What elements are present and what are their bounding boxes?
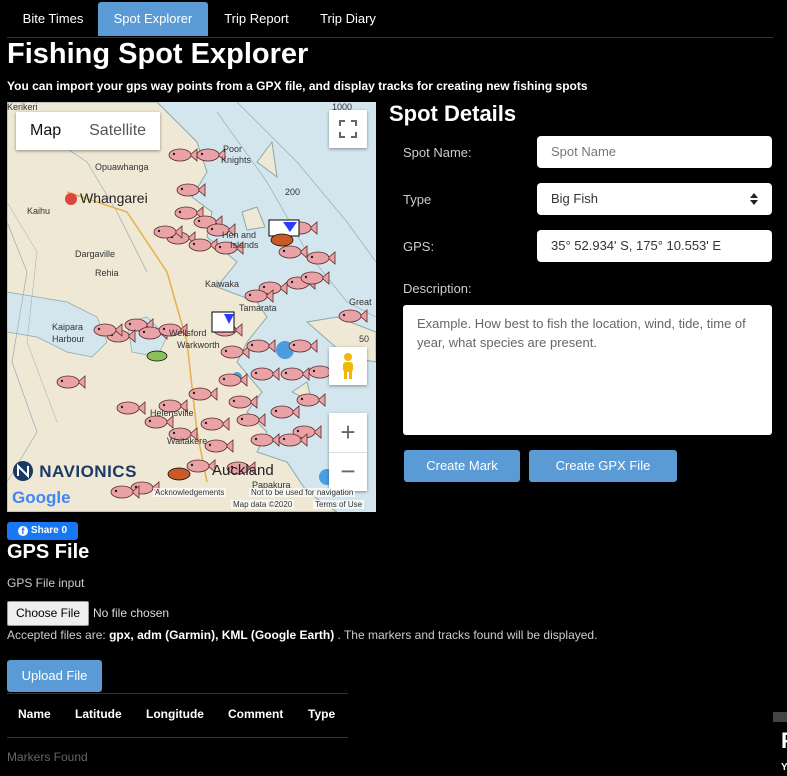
no-file-text: No file chosen — [93, 606, 170, 620]
place-helensville: Helensville — [150, 408, 194, 418]
place-warkworth: Warkworth — [177, 340, 220, 350]
place-kerikeri: Kerikeri — [7, 102, 38, 112]
create-gpx-button[interactable]: Create GPX File — [529, 450, 677, 482]
accepted-types: gpx, adm (Garmin), KML (Google Earth) — [109, 628, 335, 642]
share-label: Share 0 — [30, 525, 68, 536]
navionics-icon — [13, 461, 33, 481]
description-textarea[interactable]: Example. How best to fish the location, … — [403, 305, 772, 435]
place-tamarata: Tamarata — [239, 303, 277, 313]
gps-file-title: GPS File — [7, 541, 90, 563]
map-type-satellite[interactable]: Satellite — [75, 112, 160, 150]
map-not-for-navigation: Not to be used for navigation — [249, 488, 356, 497]
facebook-share-button[interactable]: f Share 0 — [7, 522, 78, 540]
page-subtitle: You can import your gps way points from … — [7, 79, 588, 93]
zoom-out-button[interactable]: − — [329, 452, 367, 492]
markers-found-text: Markers Found — [7, 750, 88, 764]
type-select[interactable]: Big Fish — [537, 183, 772, 215]
select-arrows-icon — [750, 193, 758, 205]
place-auckland: Auckland — [212, 462, 274, 479]
place-kaiwaka: Kaiwaka — [205, 279, 240, 289]
pegman-icon — [343, 353, 353, 379]
place-islands: Islands — [230, 240, 259, 250]
spot-name-input[interactable]: Spot Name — [537, 136, 772, 168]
page-title: Fishing Spot Explorer — [7, 38, 309, 70]
tab-trip-report[interactable]: Trip Report — [214, 2, 299, 36]
fullscreen-button[interactable] — [329, 110, 367, 148]
nav-tabs: Bite Times Spot Explorer Trip Report Tri… — [7, 0, 773, 38]
col-comment: Comment — [228, 707, 284, 721]
place-poor: Poor — [223, 144, 243, 154]
place-great: Great — [349, 297, 372, 307]
accepted-suffix: . The markers and tracks found will be d… — [334, 628, 598, 642]
place-knights: Knights — [221, 155, 252, 165]
place-kaihu: Kaihu — [27, 206, 51, 216]
edge-fragment — [773, 712, 787, 722]
accepted-files-text: Accepted files are: gpx, adm (Garmin), K… — [7, 628, 597, 642]
edge-text-large: F — [781, 728, 787, 754]
place-rehia: Rehia — [95, 268, 119, 278]
col-type: Type — [308, 707, 336, 721]
map-view[interactable]: Whangarei Auckland Dargaville Rehia Kaip… — [7, 102, 376, 512]
place-whangarei: Whangarei — [80, 190, 148, 206]
gps-label: GPS: — [403, 239, 435, 254]
zoom-in-button[interactable]: + — [329, 413, 367, 452]
spot-details-title: Spot Details — [389, 101, 517, 126]
place-waitakere: Waitakere — [167, 436, 208, 446]
tab-spot-explorer[interactable]: Spot Explorer — [98, 2, 208, 36]
map-canvas — [7, 102, 376, 512]
map-data-credit: Map data ©2020 — [231, 500, 295, 509]
map-acknowledgements-link[interactable]: Acknowledgements — [153, 488, 227, 497]
place-opuawhanga: Opuawhanga — [95, 162, 149, 172]
fullscreen-icon — [339, 120, 357, 138]
map-type-control: Map Satellite — [16, 112, 161, 150]
col-longitude: Longitude — [146, 707, 204, 721]
upload-file-button[interactable]: Upload File — [7, 660, 102, 692]
place-hen: Hen and — [222, 230, 257, 240]
tab-bite-times[interactable]: Bite Times — [11, 2, 95, 36]
choose-file-button[interactable]: Choose File — [7, 601, 89, 626]
facebook-icon: f — [17, 526, 28, 536]
type-select-value: Big Fish — [551, 191, 598, 206]
depth-200: 200 — [285, 187, 301, 197]
table-top-divider — [7, 693, 348, 694]
description-label: Description: — [403, 281, 472, 296]
type-label: Type — [403, 192, 432, 207]
depth-50: 50 — [359, 334, 370, 344]
accepted-prefix: Accepted files are: — [7, 628, 110, 642]
place-kaipara: Kaipara — [52, 322, 84, 332]
google-logo: Google — [12, 488, 71, 507]
place-wellsford: Wellsford — [169, 328, 207, 338]
pegman-button[interactable] — [329, 347, 367, 385]
col-latitude: Latitude — [75, 707, 122, 721]
tab-trip-diary[interactable]: Trip Diary — [308, 2, 388, 36]
gps-file-input-label: GPS File input — [7, 576, 85, 590]
create-mark-button[interactable]: Create Mark — [404, 450, 520, 482]
col-name: Name — [18, 707, 51, 721]
table-header-divider — [7, 737, 348, 738]
map-terms-link[interactable]: Terms of Use — [313, 500, 365, 509]
map-type-map[interactable]: Map — [16, 112, 75, 150]
navionics-text: NAVIONICS — [39, 462, 137, 481]
navionics-logo: NAVIONICS — [12, 460, 137, 482]
gps-input[interactable]: 35° 52.934' S, 175° 10.553' E — [537, 230, 772, 262]
place-harbour: Harbour — [52, 334, 85, 344]
edge-text-small: Y — [781, 762, 787, 773]
place-dargaville: Dargaville — [75, 249, 116, 259]
zoom-control: + − — [329, 413, 367, 491]
spot-name-label: Spot Name: — [403, 145, 472, 160]
